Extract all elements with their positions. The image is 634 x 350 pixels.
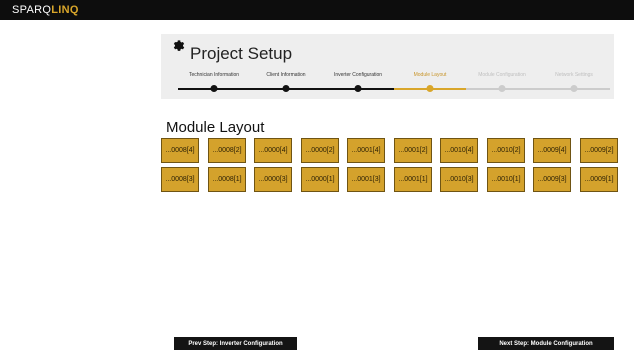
logo-text-bold: LINQ: [51, 4, 79, 16]
setup-stepper: Technician Information Client Information…: [177, 72, 610, 96]
step-label: Inverter Configuration: [333, 72, 383, 78]
module-tile[interactable]: ...0010[1]: [487, 167, 525, 192]
module-tile[interactable]: ...0010[4]: [440, 138, 478, 163]
step-label: Client Information: [266, 72, 306, 78]
module-tile[interactable]: ...0009[2]: [580, 138, 618, 163]
app-logo[interactable]: SPARQLINQ: [12, 3, 79, 17]
module-tile[interactable]: ...0010[2]: [487, 138, 525, 163]
step-dot[interactable]: [570, 85, 578, 92]
module-tile[interactable]: ...0009[4]: [533, 138, 571, 163]
project-setup-header: Project Setup: [162, 36, 292, 66]
module-tile[interactable]: ...0009[3]: [533, 167, 571, 192]
module-tile[interactable]: ...0000[1]: [301, 167, 339, 192]
page-title: Project Setup: [190, 44, 293, 63]
logo-text-light: SPARQ: [12, 4, 52, 16]
module-tile[interactable]: ...0010[3]: [440, 167, 478, 192]
module-tile[interactable]: ...0000[2]: [301, 138, 339, 163]
module-tile[interactable]: ...0008[4]: [161, 138, 199, 163]
step-dot[interactable]: [426, 85, 434, 92]
module-tile[interactable]: ...0009[1]: [580, 167, 618, 192]
module-tile[interactable]: ...0001[3]: [347, 167, 385, 192]
module-layout-title: Module Layout: [166, 119, 265, 136]
module-grid: ...0008[4] ...0008[2] ...0000[4] ...0000[2]…: [161, 138, 621, 202]
step-dot[interactable]: [210, 85, 218, 92]
step-dot[interactable]: [498, 85, 506, 92]
module-tile[interactable]: ...0000[4]: [254, 138, 292, 163]
step-dot[interactable]: [282, 85, 290, 92]
step-dot[interactable]: [354, 85, 362, 92]
gear-icon: [173, 40, 185, 51]
prev-step-button[interactable]: Prev Step: Inverter Configuration: [174, 337, 297, 350]
module-tile[interactable]: ...0008[1]: [208, 167, 246, 192]
top-bar: SPARQLINQ: [0, 0, 634, 20]
module-tile[interactable]: ...0001[1]: [394, 167, 432, 192]
next-step-button[interactable]: Next Step: Module Configuration: [478, 337, 614, 350]
module-tile[interactable]: ...0001[2]: [394, 138, 432, 163]
module-tile[interactable]: ...0008[3]: [161, 167, 199, 192]
step-label: Technician Information: [188, 72, 240, 78]
module-tile[interactable]: ...0001[4]: [347, 138, 385, 163]
step-label: Module Configuration: [478, 72, 526, 78]
module-tile[interactable]: ...0008[2]: [208, 138, 246, 163]
step-label: Module Layout: [413, 72, 447, 78]
module-tile[interactable]: ...0000[3]: [254, 167, 292, 192]
step-label: Network Settings: [555, 72, 593, 78]
